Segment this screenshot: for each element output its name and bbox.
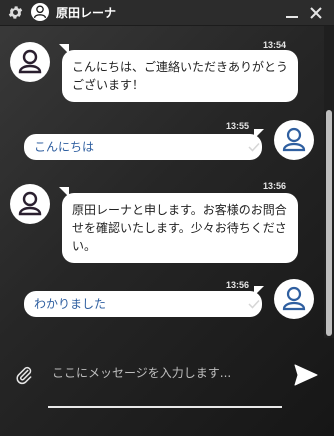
title-bar: 原田レーナ bbox=[0, 0, 334, 26]
user-avatar bbox=[274, 120, 314, 160]
message-timestamp: 13:56 bbox=[263, 181, 287, 191]
agent-name: 原田レーナ bbox=[56, 6, 117, 20]
agent-avatar bbox=[10, 42, 50, 82]
message-timestamp: 13:56 bbox=[226, 280, 250, 290]
bubble-tail bbox=[254, 129, 264, 139]
agent-avatar bbox=[31, 3, 49, 21]
person-icon bbox=[18, 49, 42, 74]
gear-icon[interactable] bbox=[7, 4, 24, 21]
message-bubble-incoming: こんにちは、ご連絡いただきありがとうございます！ bbox=[62, 50, 298, 102]
chat-widget: 原田レーナ 13:54 こんにちは、ご連絡いただきありがとうございます！ 13:… bbox=[0, 0, 334, 436]
input-underline bbox=[48, 406, 282, 408]
user-avatar bbox=[274, 279, 314, 319]
person-icon bbox=[33, 5, 47, 19]
person-icon bbox=[282, 127, 306, 152]
bubble-tail bbox=[254, 286, 264, 296]
message-text: こんにちは bbox=[34, 140, 95, 154]
scrollbar-thumb[interactable] bbox=[326, 110, 332, 336]
message-text: こんにちは、ご連絡いただきありがとうございます！ bbox=[72, 60, 289, 92]
message-timestamp: 13:55 bbox=[226, 121, 250, 131]
message-bubble-outgoing: こんにちは bbox=[24, 134, 262, 160]
message-bubble-incoming: 原田レーナと申します。お客様のお問合せを確認いたします。少々お待ちください。 bbox=[62, 193, 298, 263]
message-scrollbar[interactable] bbox=[324, 26, 334, 338]
message-text: わかりました bbox=[34, 297, 107, 311]
message-input[interactable] bbox=[46, 360, 298, 386]
paperclip-icon[interactable] bbox=[14, 365, 34, 385]
person-icon bbox=[18, 191, 42, 216]
message-bubble-outgoing: わかりました bbox=[24, 291, 262, 317]
check-icon bbox=[248, 142, 260, 152]
check-icon bbox=[248, 299, 260, 309]
send-icon[interactable] bbox=[294, 364, 318, 386]
minimize-icon[interactable] bbox=[285, 6, 299, 20]
message-composer bbox=[0, 338, 334, 436]
person-icon bbox=[282, 286, 306, 311]
agent-avatar bbox=[10, 184, 50, 224]
close-icon[interactable] bbox=[309, 6, 323, 20]
message-list[interactable]: 13:54 こんにちは、ご連絡いただきありがとうございます！ 13:55 こんに… bbox=[0, 26, 324, 338]
message-text: 原田レーナと申します。お客様のお問合せを確認いたします。少々お待ちください。 bbox=[72, 203, 287, 253]
message-timestamp: 13:54 bbox=[263, 40, 287, 50]
